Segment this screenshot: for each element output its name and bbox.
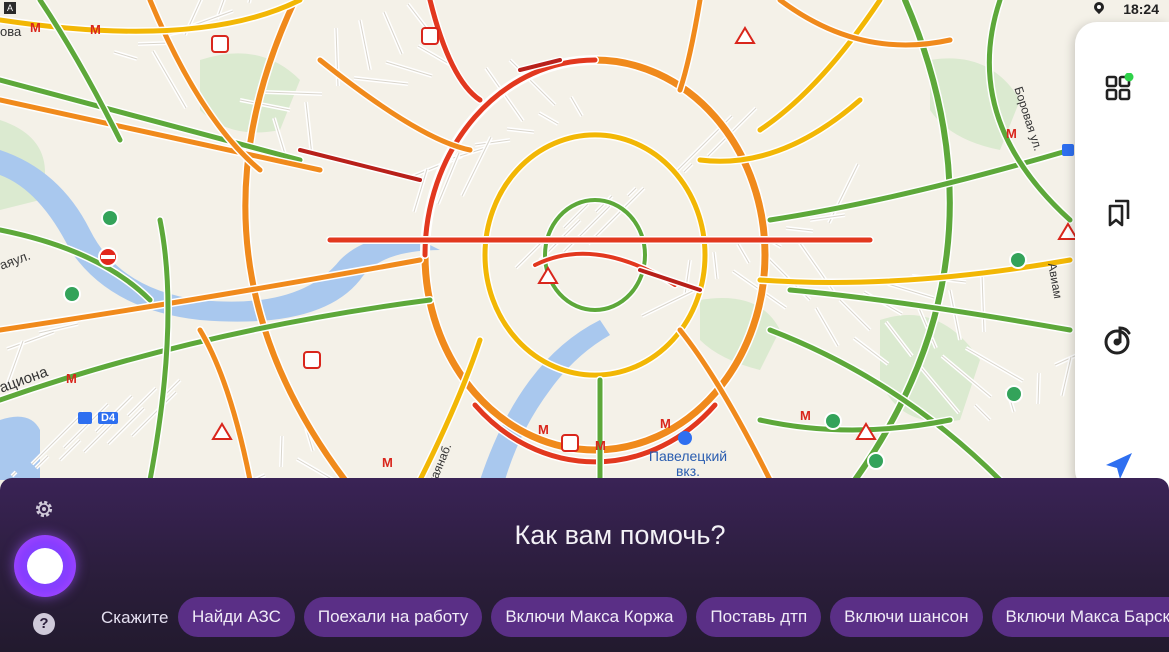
help-button[interactable]: ? [33, 613, 55, 635]
minor-street [353, 77, 409, 85]
station-label[interactable]: Павелецкий вкз. [643, 449, 733, 479]
settings-button[interactable] [34, 499, 54, 519]
minor-street [359, 19, 371, 71]
minor-street [974, 404, 991, 421]
metro-icon: M [66, 371, 77, 386]
metro-icon: M [30, 20, 41, 35]
traffic-map[interactable]: MMMMMMMMM Павелецкий вкз. ова аяул. ацио… [0, 0, 1169, 480]
metro-icon: M [90, 22, 101, 37]
traffic-road [756, 0, 884, 134]
widgets-icon [1105, 73, 1134, 101]
map-canvas[interactable]: M M M M M M M M M [0, 0, 1169, 480]
metro-icon: M [538, 422, 549, 437]
street-label-left-top: ова [0, 24, 22, 39]
minor-street [538, 112, 559, 125]
minor-street [305, 101, 313, 157]
metro-icon: M [382, 455, 393, 470]
suggestion-chip-play-shanson[interactable]: Включи шансон [830, 597, 983, 637]
bookmarks-icon [1108, 199, 1130, 227]
location-pin-icon [1093, 2, 1105, 16]
minor-street [570, 96, 583, 117]
minor-street [385, 61, 433, 77]
suggestion-chip-report-accident[interactable]: Поставь дтп [696, 597, 822, 637]
minor-street [113, 51, 138, 60]
status-right: 18:24 [1093, 0, 1159, 18]
notification-badge: A [4, 2, 16, 14]
metro-icon: M [1006, 126, 1017, 141]
gas-station-icon [1009, 251, 1027, 269]
roadwork-icon [734, 26, 756, 44]
gas-station-icon [824, 412, 842, 430]
assistant-prompt: Как вам помочь? [514, 520, 726, 550]
station-marker-icon [678, 431, 692, 445]
d4-badge: D4 [98, 412, 119, 424]
music-button[interactable] [1095, 316, 1143, 364]
train-icon [78, 412, 92, 424]
gas-station-icon [1005, 385, 1023, 403]
traffic-road [316, 56, 474, 154]
traffic-road [638, 268, 702, 292]
accident-icon [211, 35, 229, 53]
minor-street [383, 11, 403, 55]
suggestion-chip-find-gas[interactable]: Найди АЗС [178, 597, 295, 637]
minor-street [6, 331, 55, 350]
status-bar: A 18:24 [0, 0, 1169, 18]
accident-icon [561, 434, 579, 452]
traffic-road [298, 148, 422, 182]
say-label: Скажите [101, 608, 169, 627]
station-label-text: Павелецкий вкз. [648, 448, 728, 479]
suggestion-chip-play-barskih[interactable]: Включи Макса Барски [991, 597, 1169, 637]
metro-icon: M [595, 438, 606, 453]
roadwork-icon [537, 266, 559, 284]
traffic-road [196, 326, 254, 480]
no-entry-icon [101, 255, 115, 259]
gas-station-icon [867, 452, 885, 470]
accident-icon [303, 351, 321, 369]
yandex-navigator-screen: MMMMMMMMM Павелецкий вкз. ова аяул. ацио… [0, 0, 1169, 652]
suggestion-chip-go-work[interactable]: Поехали на работу [303, 597, 483, 637]
metro-icon: M [800, 408, 811, 423]
suggestion-chip-play-korzh[interactable]: Включи Макса Коржа [491, 597, 688, 637]
gas-station-icon [63, 285, 81, 303]
minor-street [815, 307, 839, 347]
bookmarks-button[interactable] [1095, 189, 1143, 237]
minor-street [839, 299, 871, 331]
widgets-button[interactable] [1095, 64, 1143, 112]
train-icon [1062, 144, 1074, 156]
minor-street [887, 283, 935, 299]
river [0, 416, 40, 480]
side-rail [1075, 22, 1169, 492]
music-icon [1104, 326, 1131, 355]
accident-icon [421, 27, 439, 45]
clock: 18:24 [1123, 1, 1159, 17]
metro-icon: M [660, 416, 671, 431]
gear-icon [35, 500, 53, 518]
gas-station-icon [101, 209, 119, 227]
minor-street [587, 187, 645, 245]
roadwork-icon [211, 422, 233, 440]
minor-street [737, 243, 750, 264]
suggestion-chips: Найди АЗС Поехали на работу Включи Макса… [178, 597, 1169, 637]
